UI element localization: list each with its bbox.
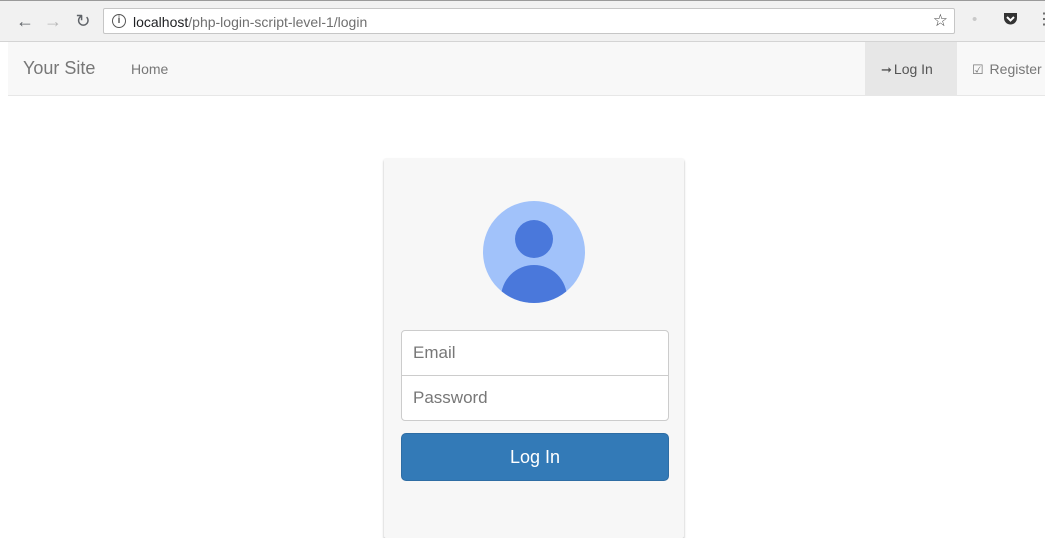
reload-icon[interactable]: ↻	[72, 10, 94, 32]
nav-register-link[interactable]: ☑ Register	[972, 61, 1042, 78]
checkbox-edit-icon: ☑	[972, 62, 984, 77]
log-in-icon: ➞	[881, 62, 892, 77]
nav-register-label: Register	[989, 61, 1042, 77]
back-arrow-icon[interactable]: ←	[14, 10, 36, 32]
login-card: Log In	[384, 158, 684, 538]
bookmark-star-icon[interactable]: ☆	[933, 11, 948, 31]
user-avatar-icon	[483, 201, 585, 303]
forward-arrow-icon[interactable]: →	[42, 10, 64, 32]
nav-login-label: Log In	[893, 61, 933, 77]
email-field[interactable]	[401, 330, 669, 376]
url-text[interactable]: localhost/php-login-script-level-1/login	[133, 14, 367, 30]
address-bar[interactable]: i localhost/php-login-script-level-1/log…	[103, 8, 955, 34]
info-icon[interactable]: i	[112, 14, 126, 28]
avatar-head	[515, 220, 553, 258]
brand-link[interactable]: Your Site	[23, 58, 95, 79]
login-button[interactable]: Log In	[401, 433, 669, 481]
nav-login-link[interactable]: ➞ Log In	[865, 42, 957, 95]
pocket-icon[interactable]	[1002, 10, 1019, 27]
nav-home-link[interactable]: Home	[131, 61, 168, 77]
extension-icon[interactable]: •	[972, 11, 977, 28]
avatar-body	[501, 265, 567, 303]
url-host: localhost	[133, 14, 189, 30]
browser-toolbar: ← → ↻ i localhost/php-login-script-level…	[0, 0, 1045, 42]
browser-menu-icon[interactable]: ⋮	[1036, 9, 1045, 29]
password-field[interactable]	[401, 375, 669, 421]
site-navbar: Your Site Home ➞ Log In ☑ Register	[8, 42, 1045, 96]
url-path: /php-login-script-level-1/login	[188, 14, 368, 30]
